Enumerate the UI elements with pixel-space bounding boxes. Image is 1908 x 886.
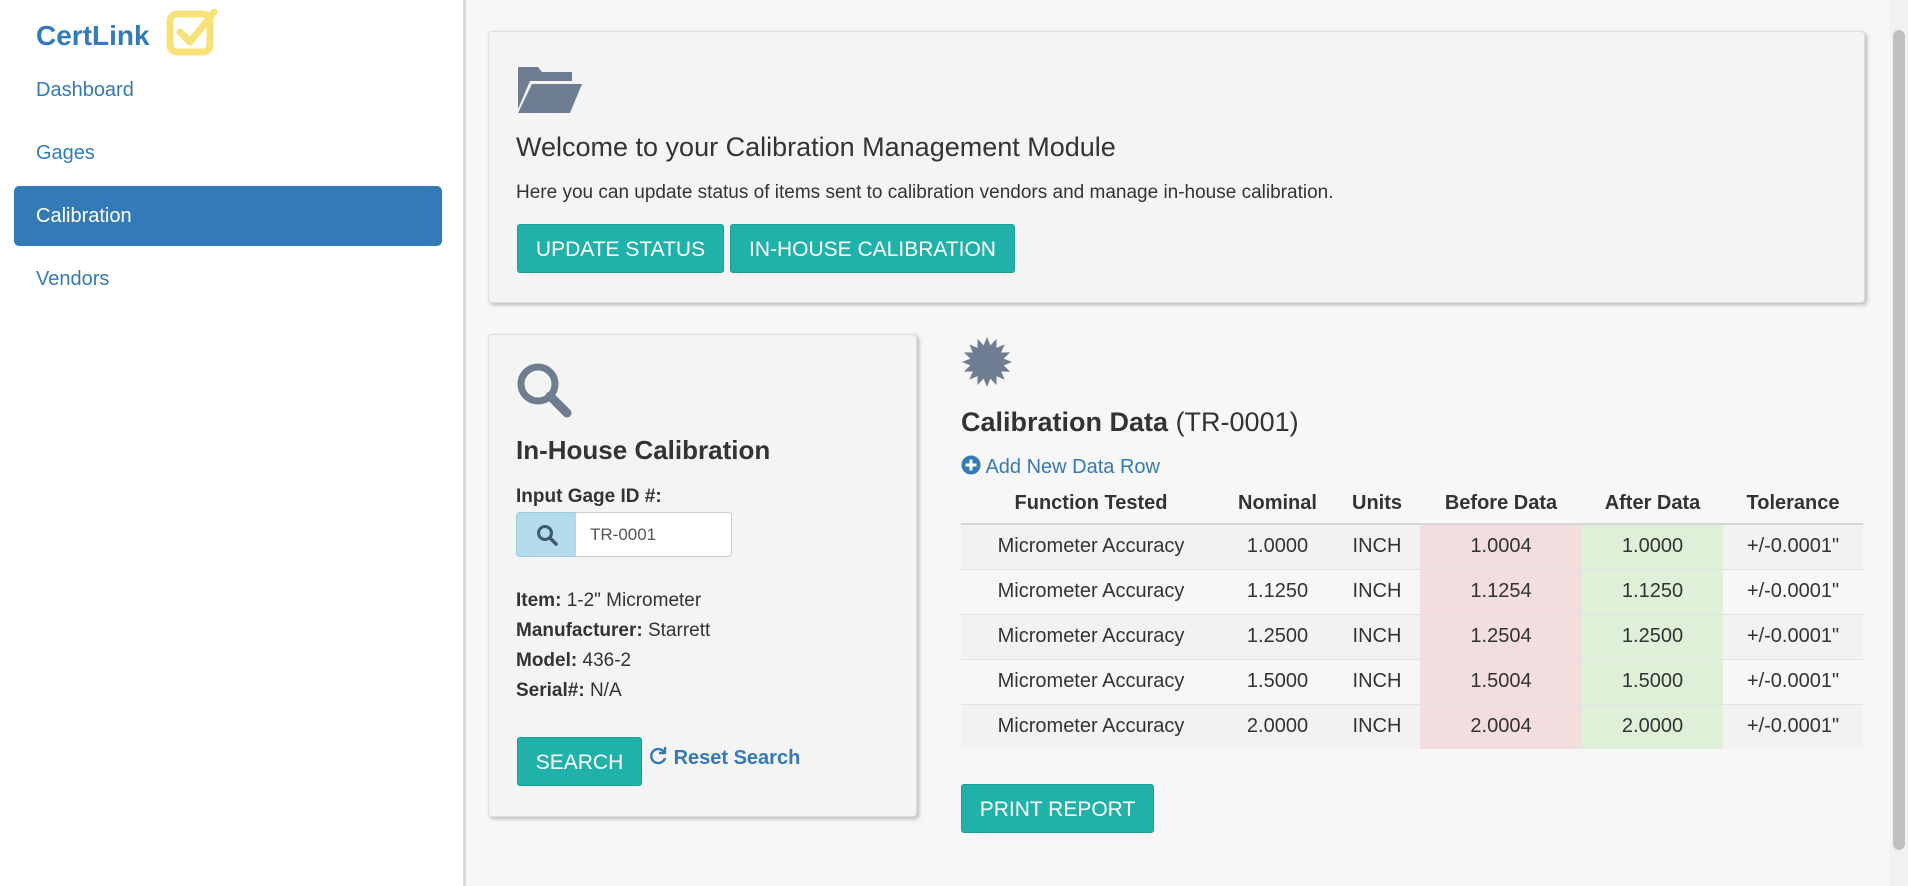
table-row: Micrometer Accuracy 2.0000 INCH 2.0004 2… <box>961 703 1863 749</box>
nominal-cell: 1.5000 <box>1221 658 1334 704</box>
function-cell: Micrometer Accuracy <box>961 523 1221 569</box>
after-data-cell: 1.2500 <box>1582 613 1723 659</box>
serial-label: Serial#: <box>516 680 585 701</box>
units-cell: INCH <box>1334 568 1420 614</box>
model-value: 436-2 <box>582 650 632 671</box>
sidebar-item-vendors[interactable]: Vendors <box>14 249 442 309</box>
add-data-row-link[interactable]: Add New Data Row <box>961 455 1160 479</box>
tolerance-cell: +/-0.0001" <box>1723 658 1863 704</box>
function-cell: Micrometer Accuracy <box>961 658 1221 704</box>
function-cell: Micrometer Accuracy <box>961 568 1221 614</box>
before-data-cell: 1.2504 <box>1420 613 1582 659</box>
checkbox-logo-icon <box>166 8 218 56</box>
nominal-cell: 1.1250 <box>1221 568 1334 614</box>
search-icon <box>537 525 558 546</box>
serial-value: N/A <box>589 680 622 701</box>
page-scrollbar[interactable] <box>1890 0 1908 886</box>
plus-circle-icon <box>961 455 981 475</box>
manufacturer-line: Manufacturer: Starrett <box>516 620 710 642</box>
calibration-data-heading: Calibration Data <box>961 407 1169 437</box>
tolerance-cell: +/-0.0001" <box>1723 613 1863 659</box>
column-header: Function Tested <box>961 484 1221 525</box>
column-header: Units <box>1334 484 1420 525</box>
tolerance-cell: +/-0.0001" <box>1723 703 1863 749</box>
before-data-cell: 1.5004 <box>1420 658 1582 704</box>
gage-id-input-group <box>516 512 732 557</box>
add-data-row-label: Add New Data Row <box>985 456 1160 478</box>
calibration-table: Function Tested Nominal Units Before Dat… <box>961 484 1863 749</box>
magnifier-icon <box>517 363 572 418</box>
model-line: Model: 436-2 <box>516 650 631 672</box>
model-label: Model: <box>516 650 578 671</box>
search-panel-title: In-House Calibration <box>516 435 771 465</box>
before-data-cell: 1.1254 <box>1420 568 1582 614</box>
scrollbar-thumb[interactable] <box>1893 30 1905 850</box>
table-header-row: Function Tested Nominal Units Before Dat… <box>961 484 1863 525</box>
after-data-cell: 1.0000 <box>1582 523 1723 569</box>
update-status-button[interactable]: UPDATE STATUS <box>517 224 724 273</box>
reset-search-link[interactable]: Reset Search <box>648 746 800 770</box>
column-header: Tolerance <box>1723 484 1863 525</box>
in-house-calibration-button[interactable]: IN-HOUSE CALIBRATION <box>730 224 1015 273</box>
column-header: Before Data <box>1420 484 1582 525</box>
function-cell: Micrometer Accuracy <box>961 703 1221 749</box>
sidebar-item-calibration[interactable]: Calibration <box>14 186 442 246</box>
manufacturer-value: Starrett <box>647 620 711 641</box>
sidebar-item-dashboard[interactable]: Dashboard <box>14 60 442 120</box>
search-addon[interactable] <box>516 512 576 557</box>
function-cell: Micrometer Accuracy <box>961 613 1221 659</box>
table-row: Micrometer Accuracy 1.5000 INCH 1.5004 1… <box>961 658 1863 704</box>
item-line: Item: 1-2" Micrometer <box>516 590 701 612</box>
tolerance-cell: +/-0.0001" <box>1723 523 1863 569</box>
table-row: Micrometer Accuracy 1.1250 INCH 1.1254 1… <box>961 568 1863 614</box>
sidebar: CertLink Dashboard Gages Calibration Ven… <box>0 0 466 886</box>
units-cell: INCH <box>1334 613 1420 659</box>
calibration-data-title: Calibration Data (TR-0001) <box>961 407 1299 438</box>
units-cell: INCH <box>1334 658 1420 704</box>
sidebar-item-gages[interactable]: Gages <box>14 123 442 183</box>
column-header: Nominal <box>1221 484 1334 525</box>
gage-id-input[interactable] <box>575 512 732 557</box>
tolerance-cell: +/-0.0001" <box>1723 568 1863 614</box>
after-data-cell: 1.1250 <box>1582 568 1723 614</box>
starburst-icon <box>962 337 1012 387</box>
nominal-cell: 1.2500 <box>1221 613 1334 659</box>
brand-name[interactable]: CertLink <box>36 20 150 52</box>
table-row: Micrometer Accuracy 1.0000 INCH 1.0004 1… <box>961 523 1863 569</box>
item-label: Item: <box>516 590 562 611</box>
nominal-cell: 1.0000 <box>1221 523 1334 569</box>
print-report-button[interactable]: PRINT REPORT <box>961 784 1154 833</box>
units-cell: INCH <box>1334 523 1420 569</box>
column-header: After Data <box>1582 484 1723 525</box>
manufacturer-label: Manufacturer: <box>516 620 643 641</box>
nominal-cell: 2.0000 <box>1221 703 1334 749</box>
table-row: Micrometer Accuracy 1.2500 INCH 1.2504 1… <box>961 613 1863 659</box>
after-data-cell: 1.5000 <box>1582 658 1723 704</box>
refresh-icon <box>650 747 667 765</box>
welcome-text: Here you can update status of items sent… <box>516 182 1334 203</box>
calibration-gage-id: (TR-0001) <box>1175 407 1299 437</box>
welcome-title: Welcome to your Calibration Management M… <box>516 132 1116 162</box>
after-data-cell: 2.0000 <box>1582 703 1723 749</box>
item-value: 1-2" Micrometer <box>566 590 702 611</box>
before-data-cell: 2.0004 <box>1420 703 1582 749</box>
reset-search-label: Reset Search <box>673 747 801 769</box>
before-data-cell: 1.0004 <box>1420 523 1582 569</box>
search-button[interactable]: SEARCH <box>517 737 642 786</box>
folder-open-icon <box>518 67 582 113</box>
serial-line: Serial#: N/A <box>516 680 622 702</box>
gage-id-label: Input Gage ID #: <box>516 486 662 507</box>
units-cell: INCH <box>1334 703 1420 749</box>
